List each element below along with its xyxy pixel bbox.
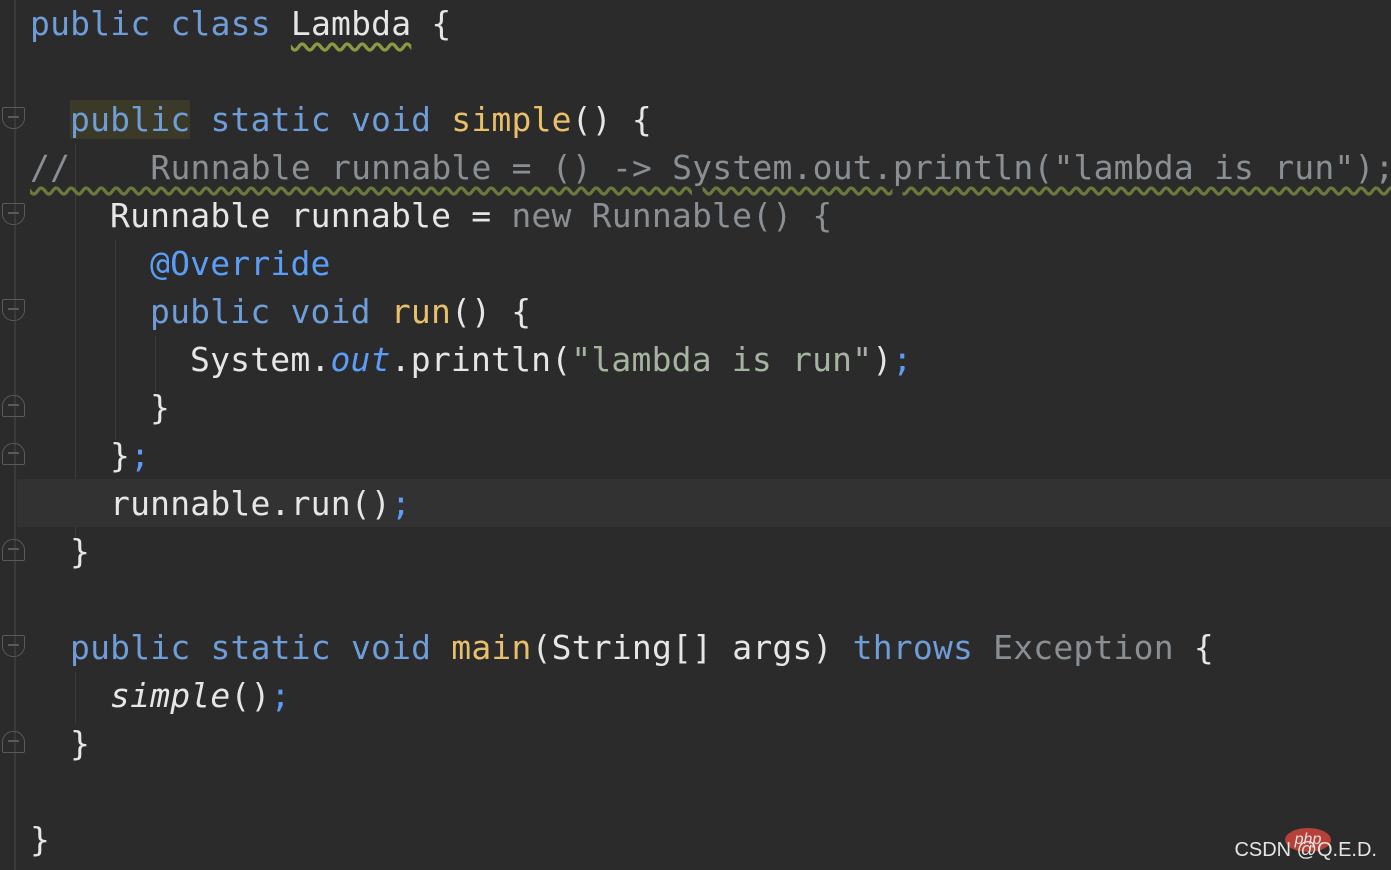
annotation: @Override xyxy=(150,244,331,283)
dim-code: new Runnable xyxy=(511,196,753,235)
fold-marker-icon[interactable] xyxy=(2,395,25,417)
code-text: System. xyxy=(190,340,331,379)
code-text: runnable.run() xyxy=(110,484,391,523)
indent-guide xyxy=(75,672,76,724)
code-line-1[interactable]: public class Lambda { xyxy=(30,0,451,48)
keyword: throws xyxy=(852,628,994,667)
code-editor[interactable]: public class Lambda { public static void… xyxy=(0,0,1391,870)
class-name: Lambda xyxy=(290,4,412,43)
code-line-16[interactable]: } xyxy=(70,720,90,768)
method-name: main xyxy=(451,628,532,667)
comment: // Runnable runnable = () -> System.out.… xyxy=(30,148,1391,187)
method-name: simple xyxy=(451,100,572,139)
fold-marker-icon[interactable] xyxy=(2,539,25,561)
code-text: .println( xyxy=(390,340,572,379)
semicolon: ; xyxy=(390,484,412,523)
fold-marker-icon[interactable] xyxy=(2,299,25,321)
brace: } xyxy=(70,724,91,763)
punctuation: () xyxy=(230,676,271,715)
code-line-14[interactable]: public static void main(String[] args) t… xyxy=(70,624,1214,672)
semicolon: ; xyxy=(892,340,913,379)
punctuation: () { xyxy=(451,292,532,331)
code-line-3[interactable]: public static void simple() { xyxy=(70,96,652,144)
semicolon: ; xyxy=(270,676,291,715)
keyword: public xyxy=(70,100,191,139)
keyword: public class xyxy=(30,4,291,43)
fold-marker-icon[interactable] xyxy=(2,203,25,225)
brace: } xyxy=(70,532,91,571)
brace: { xyxy=(411,4,452,43)
brace: } xyxy=(30,820,51,859)
method-call: simple xyxy=(110,676,231,715)
code-text: Runnable runnable = xyxy=(110,196,512,235)
code-line-7[interactable]: public void run() { xyxy=(150,288,531,336)
dim-code: Exception xyxy=(993,628,1174,667)
dim-code: () { xyxy=(752,196,833,235)
fold-marker-icon[interactable] xyxy=(2,443,25,465)
semicolon: ; xyxy=(130,436,151,475)
indent-guide xyxy=(115,240,116,440)
brace: { xyxy=(1173,628,1214,667)
keyword: public static void xyxy=(70,628,452,667)
fold-marker-icon[interactable] xyxy=(2,635,25,657)
code-line-15[interactable]: simple(); xyxy=(110,672,291,720)
punctuation: ) xyxy=(872,340,893,379)
code-text: (String[] args) xyxy=(531,628,853,667)
code-line-4[interactable]: // Runnable runnable = () -> System.out.… xyxy=(30,144,1391,192)
fold-marker-icon[interactable] xyxy=(2,731,25,753)
keyword: static void xyxy=(190,100,452,139)
method-name: run xyxy=(390,292,452,331)
punctuation: () { xyxy=(571,100,652,139)
code-line-10[interactable]: }; xyxy=(110,432,150,480)
brace: } xyxy=(150,388,171,427)
code-line-8[interactable]: System.out.println("lambda is run"); xyxy=(190,336,912,384)
code-line-11[interactable]: runnable.run(); xyxy=(110,480,411,528)
keyword: public void xyxy=(150,292,391,331)
code-line-9[interactable]: } xyxy=(150,384,170,432)
fold-marker-icon[interactable] xyxy=(2,107,25,129)
code-line-18[interactable]: } xyxy=(30,816,50,864)
string-literal: "lambda is run" xyxy=(571,340,873,379)
code-line-5[interactable]: Runnable runnable = new Runnable() { xyxy=(110,192,832,240)
watermark-text: CSDN @Q.E.D. xyxy=(1234,839,1377,861)
code-line-12[interactable]: } xyxy=(70,528,90,576)
brace: } xyxy=(110,436,131,475)
code-line-6[interactable]: @Override xyxy=(150,240,331,288)
static-field: out xyxy=(330,340,391,379)
